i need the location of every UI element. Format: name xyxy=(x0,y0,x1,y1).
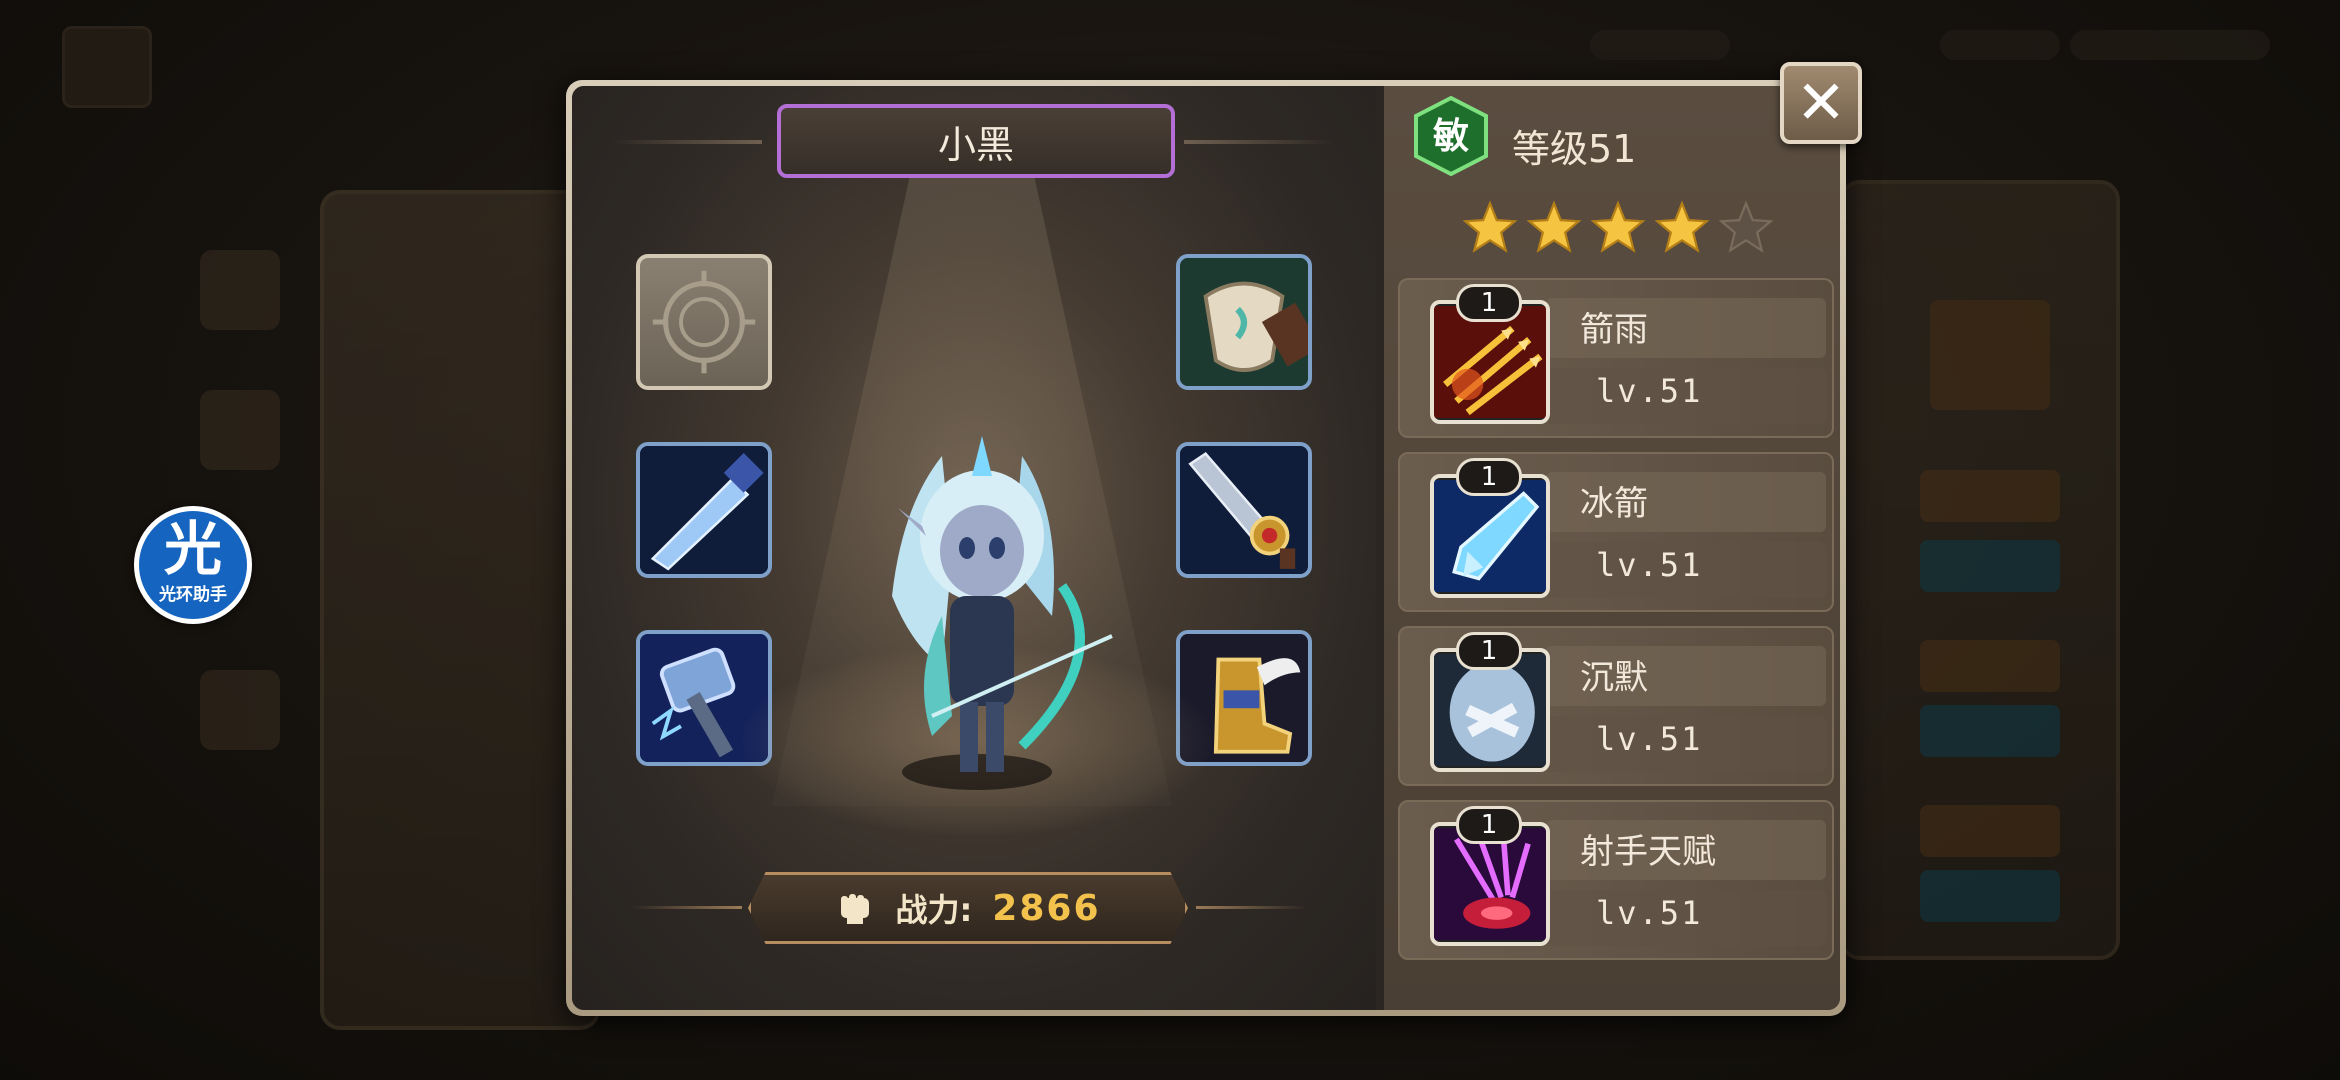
fist-icon xyxy=(841,894,870,924)
decorative-line xyxy=(632,906,742,909)
skill-name: 沉默 xyxy=(1580,658,1648,698)
close-icon: ✕ xyxy=(1795,68,1847,138)
equipment-slot-sword[interactable] xyxy=(636,442,772,578)
decorative-line xyxy=(1184,140,1334,144)
skill-name: 箭雨 xyxy=(1580,310,1648,350)
skill-row[interactable]: 1 沉默 lv.51 xyxy=(1398,626,1834,786)
combat-power-label: 战力: xyxy=(895,891,973,929)
combat-power-bar: 战力: 2866 xyxy=(748,872,1188,944)
skill-name: 射手天赋 xyxy=(1580,832,1716,872)
skill-row[interactable]: 1 箭雨 lv.51 xyxy=(1398,278,1834,438)
decorative-line xyxy=(612,140,762,144)
helper-floating-button[interactable]: 光 光环助手 xyxy=(134,506,252,624)
hero-name: 小黑 xyxy=(937,122,1014,167)
skill-level: lv.51 xyxy=(1596,720,1703,758)
equipment-slot-shield[interactable] xyxy=(1176,254,1312,390)
equipment-slot-greatsword[interactable] xyxy=(1176,442,1312,578)
star-rating xyxy=(1462,200,1774,256)
skill-level: lv.51 xyxy=(1596,894,1703,932)
dialog-body: 小黑 战力: 2866 敏 等级51 1 箭雨 lv.51 1 冰箭 lv.51… xyxy=(572,86,1840,1010)
star-filled-icon xyxy=(1462,200,1518,253)
decorative-line xyxy=(1196,906,1306,909)
close-button[interactable]: ✕ xyxy=(1780,62,1862,144)
greatsword-icon xyxy=(1180,446,1308,574)
skill-rank-badge: 1 xyxy=(1456,284,1522,322)
shield-icon xyxy=(1180,258,1308,386)
star-filled-icon xyxy=(1654,200,1710,253)
sword-icon xyxy=(640,446,768,574)
hero-character-sprite xyxy=(892,436,1113,772)
combat-power-value: 2866 xyxy=(992,887,1101,929)
hero-info-pane: 敏 等级51 1 箭雨 lv.51 1 冰箭 lv.51 1 沉默 lv.51 … xyxy=(1384,86,1840,1010)
helper-label: 光环助手 xyxy=(159,584,227,605)
equipment-slot-empty[interactable] xyxy=(636,254,772,390)
helper-logo-icon: 光 xyxy=(163,514,222,583)
class-glyph: 敏 xyxy=(1433,116,1469,157)
hero-detail-dialog: 小黑 战力: 2866 敏 等级51 1 箭雨 lv.51 1 冰箭 lv.51… xyxy=(566,80,1846,1016)
hero-level: 等级51 xyxy=(1512,127,1637,171)
skill-rank-badge: 1 xyxy=(1456,806,1522,844)
skill-level: lv.51 xyxy=(1596,546,1703,584)
skill-level: lv.51 xyxy=(1596,372,1703,410)
star-filled-icon xyxy=(1590,200,1646,253)
skill-rank-badge: 1 xyxy=(1456,632,1522,670)
empty-slot-icon xyxy=(652,270,756,374)
hero-name-plate: 小黑 xyxy=(777,104,1175,178)
hero-display-pane: 小黑 战力: 2866 xyxy=(572,86,1376,1010)
skill-name: 冰箭 xyxy=(1580,484,1648,524)
skill-row[interactable]: 1 射手天赋 lv.51 xyxy=(1398,800,1834,960)
skill-row[interactable]: 1 冰箭 lv.51 xyxy=(1398,452,1834,612)
star-empty-icon xyxy=(1718,200,1774,253)
skill-rank-badge: 1 xyxy=(1456,458,1522,496)
agility-class-badge: 敏 xyxy=(1414,96,1488,176)
star-filled-icon xyxy=(1526,200,1582,253)
